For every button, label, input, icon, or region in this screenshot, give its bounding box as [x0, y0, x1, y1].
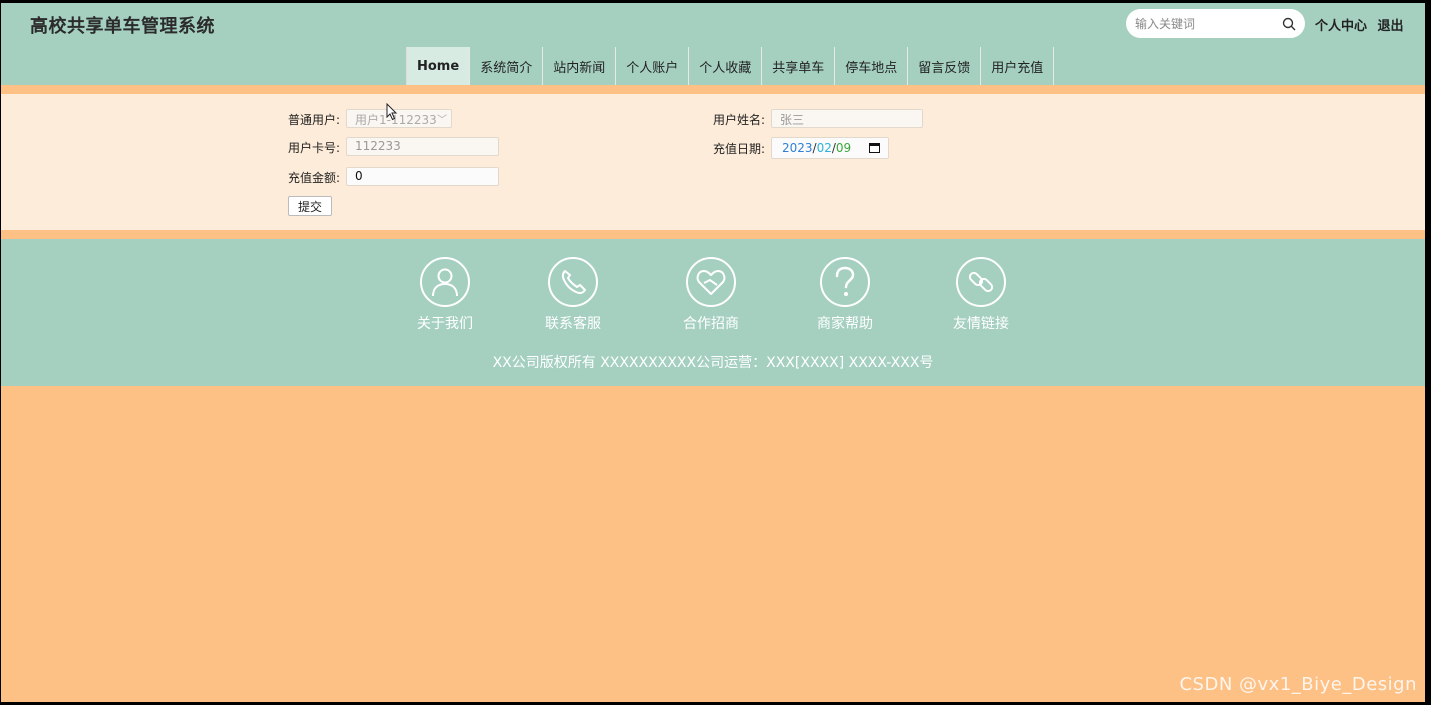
divider	[1, 230, 1425, 239]
name-field[interactable]: 张三	[771, 109, 923, 128]
chevron-down-icon: ﹀	[437, 115, 447, 126]
date-year: 2023	[782, 141, 813, 155]
card-field[interactable]: 112233	[346, 137, 499, 156]
main-nav: Home 系统简介 站内新闻 个人账户 个人收藏 共享单车 停车地点 留言反馈 …	[406, 47, 1055, 85]
logout-link[interactable]: 退出	[1378, 19, 1404, 34]
footer-cooperation-label: 合作招商	[683, 316, 739, 332]
submit-button[interactable]: 提交	[288, 196, 332, 216]
personal-center-link[interactable]: 个人中心	[1315, 19, 1367, 34]
divider	[1, 85, 1425, 94]
name-label: 用户姓名:	[713, 113, 766, 127]
footer-links[interactable]: 友情链接	[941, 257, 1021, 333]
calendar-icon[interactable]	[869, 142, 880, 153]
nav-feedback[interactable]: 留言反馈	[908, 47, 982, 85]
footer-about-label: 关于我们	[417, 316, 473, 332]
page: 高校共享单车管理系统 个人中心 退出 Home 系统简介 站内新闻 个人账户 个…	[1, 3, 1425, 702]
user-label: 普通用户:	[288, 113, 341, 127]
question-icon	[820, 257, 870, 307]
nav-recharge[interactable]: 用户充值	[981, 47, 1055, 85]
mouse-cursor-icon	[386, 103, 398, 121]
nav-bikes[interactable]: 共享单车	[762, 47, 836, 85]
heart-handshake-icon	[686, 257, 736, 307]
search-icon[interactable]	[1282, 17, 1296, 31]
nav-account[interactable]: 个人账户	[616, 47, 690, 85]
copyright-text: XX公司版权所有 XXXXXXXXXX公司运营：XXX[XXXX] XXXX-X…	[492, 355, 934, 371]
date-field[interactable]: 2023/02/09	[771, 137, 889, 159]
amount-label: 充值金额:	[288, 171, 341, 185]
nav-intro[interactable]: 系统简介	[470, 47, 544, 85]
footer: 关于我们 联系客服 合作招商 商家帮助 友情链接 XX公司版权所有 XXXXXX…	[1, 239, 1425, 386]
top-links: 个人中心 退出	[1315, 15, 1410, 34]
search-input[interactable]	[1135, 15, 1275, 33]
site-title: 高校共享单车管理系统	[30, 16, 215, 37]
footer-help-label: 商家帮助	[817, 316, 873, 332]
link-icon	[956, 257, 1006, 307]
date-month: 02	[816, 141, 832, 155]
footer-links-label: 友情链接	[953, 316, 1009, 332]
nav-home[interactable]: Home	[407, 47, 471, 85]
nav-news[interactable]: 站内新闻	[543, 47, 617, 85]
footer-cooperation[interactable]: 合作招商	[671, 257, 751, 333]
nav-favorites[interactable]: 个人收藏	[689, 47, 763, 85]
footer-contact-label: 联系客服	[545, 316, 601, 332]
recharge-form: 普通用户: 用户1-112233 ﹀ 用户姓名: 张三 用户卡号: 112233…	[1, 94, 1425, 230]
card-label: 用户卡号:	[288, 141, 341, 155]
header: 高校共享单车管理系统 个人中心 退出 Home 系统简介 站内新闻 个人账户 个…	[1, 3, 1425, 85]
phone-icon	[548, 257, 598, 307]
nav-parking[interactable]: 停车地点	[835, 47, 909, 85]
date-label: 充值日期:	[713, 142, 766, 156]
date-day: 09	[835, 141, 852, 155]
user-select[interactable]: 用户1-112233 ﹀	[346, 109, 452, 128]
person-icon	[420, 257, 470, 307]
footer-help[interactable]: 商家帮助	[805, 257, 885, 333]
watermark: CSDN @vx1_Biye_Design	[1179, 674, 1417, 695]
footer-about[interactable]: 关于我们	[405, 257, 485, 333]
amount-field[interactable]: 0	[346, 167, 499, 186]
search-box[interactable]	[1126, 9, 1305, 38]
footer-contact[interactable]: 联系客服	[533, 257, 613, 333]
